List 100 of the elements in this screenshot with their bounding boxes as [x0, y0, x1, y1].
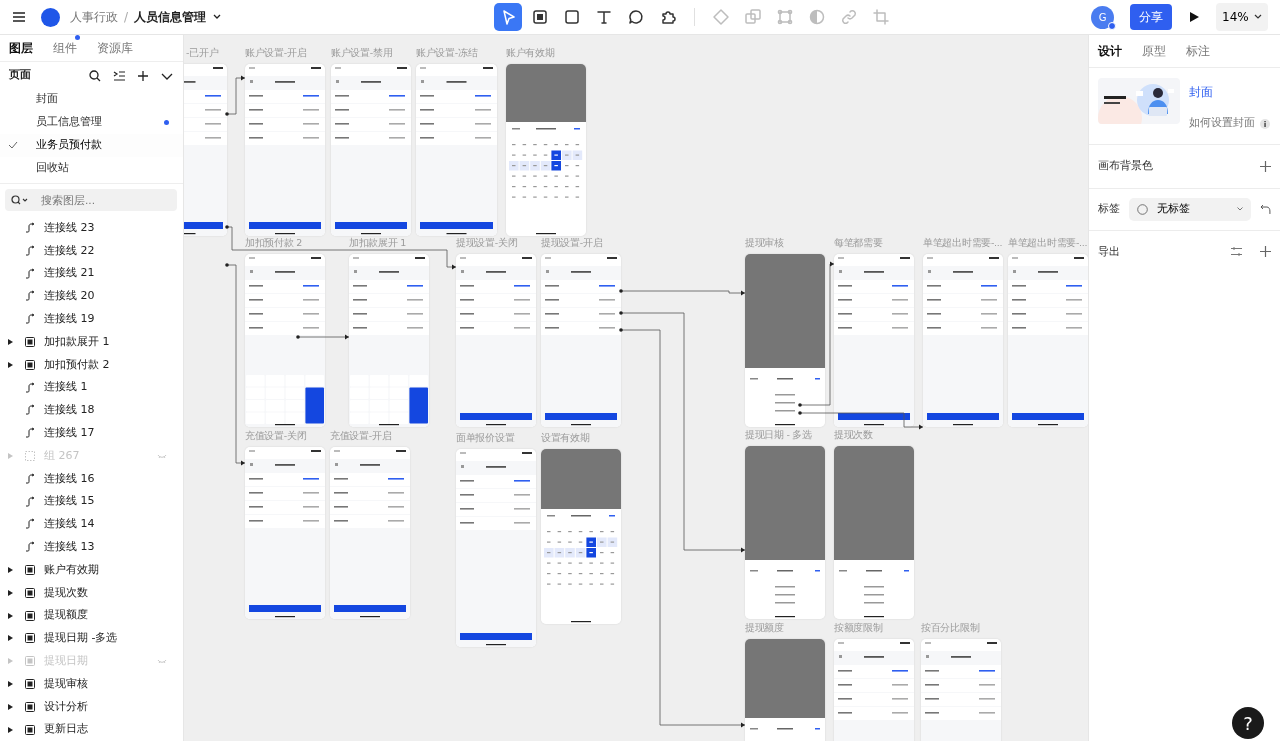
phone-screen-drawing[interactable] — [834, 446, 914, 620]
phone-screen-drawing[interactable] — [349, 254, 429, 428]
panel-tab[interactable]: 设计 — [1098, 42, 1122, 61]
file-name[interactable]: 人员信息管理 — [134, 8, 207, 27]
cover-link[interactable]: 封面 — [1189, 83, 1270, 102]
section-title: 页面 — [9, 67, 31, 84]
user-avatar[interactable]: G — [1091, 5, 1114, 29]
phone-screen-drawing[interactable] — [834, 254, 914, 428]
phone-screen-drawing[interactable] — [245, 64, 325, 237]
collapse-list-icon[interactable] — [113, 69, 125, 82]
zoom-dropdown[interactable]: 14% — [1216, 3, 1268, 32]
panel-tab[interactable]: 图层 — [9, 39, 33, 58]
phone-screen-drawing[interactable] — [245, 254, 325, 428]
frame-title[interactable]: 加扣预付款 2 — [245, 236, 302, 251]
canvas[interactable]: -已开户 账户设置-开启 账户设置-禁用 账户设置-冻结 账户有效期 加扣预付款 2 加扣款展开 1 提现设置-关闭 提现设置-开启 提现审核 每笔都需要 单笔超出时需要-... 单笔超出时需要-... 充值设置-关闭 充值设置-开启 面单报价设置 设置有效期 提现日期 - 多选 提现次数 提现额度 按额度限制 按百分比限制 — [184, 35, 1088, 741]
expand-caret-icon[interactable] — [8, 726, 13, 733]
layer-item[interactable]: 设计分析 — [0, 695, 183, 719]
connector-icon — [24, 541, 36, 554]
connector-icon — [24, 381, 36, 394]
layer-item[interactable]: 更新日志 — [0, 718, 183, 741]
layer-item[interactable]: 提现次数 — [0, 581, 183, 605]
layer-item[interactable]: 连接线 23 — [0, 216, 183, 240]
layer-item[interactable]: 连接线 1 — [0, 376, 183, 400]
layer-item[interactable]: 提现审核 — [0, 672, 183, 696]
connector-icon — [24, 290, 36, 303]
phone-screen-drawing[interactable] — [456, 254, 536, 428]
frame-icon — [24, 700, 36, 713]
connector-line[interactable] — [296, 334, 350, 340]
expand-caret-icon[interactable] — [8, 361, 13, 368]
phone-screen-drawing[interactable] — [416, 64, 497, 237]
undo-icon[interactable] — [1260, 203, 1271, 215]
panel-tab[interactable]: 组件 — [53, 39, 77, 58]
frame-icon — [24, 655, 36, 668]
layer-item[interactable]: 连接线 18 — [0, 399, 183, 422]
add-icon[interactable] — [1260, 160, 1271, 172]
connector-line[interactable] — [225, 225, 457, 270]
help-link[interactable]: 如何设置封面 — [1189, 115, 1255, 132]
layer-item[interactable]: 加扣预付款 2 — [0, 353, 183, 377]
layer-item[interactable]: 连接线 14 — [0, 513, 183, 536]
phone-screen-drawing[interactable] — [541, 449, 621, 625]
panel-tab[interactable]: 标注 — [1186, 42, 1210, 61]
menu-icon[interactable] — [12, 11, 26, 24]
layer-item[interactable]: 提现日期 -多选 — [0, 627, 183, 650]
expand-caret-icon[interactable] — [8, 567, 13, 573]
layer-search-field[interactable]: 搜索图层... — [5, 188, 177, 211]
section-label: 标签 — [1098, 201, 1120, 218]
phone-screen-drawing[interactable] — [745, 446, 825, 620]
layer-item[interactable]: 连接线 16 — [0, 467, 183, 491]
add-icon[interactable] — [1260, 246, 1271, 258]
expand-caret-icon[interactable] — [8, 612, 13, 619]
frame-icon — [24, 358, 36, 371]
sliders-icon[interactable] — [1231, 246, 1242, 258]
project-link[interactable]: 人事行政 — [70, 8, 118, 27]
page-item[interactable]: 封面 — [0, 87, 183, 111]
add-icon[interactable] — [137, 69, 149, 82]
panel-tab[interactable]: 资源库 — [97, 39, 133, 58]
section-label: 画布背景色 — [1098, 158, 1153, 175]
page-item[interactable]: 回收站 — [0, 156, 183, 180]
tag-dropdown[interactable]: 无标签 — [1129, 197, 1252, 221]
layer-item[interactable]: 连接线 19 — [0, 307, 183, 331]
phone-screen-drawing[interactable] — [331, 64, 411, 237]
layer-item[interactable]: 连接线 15 — [0, 490, 183, 514]
frame-title[interactable]: 加扣款展开 1 — [349, 236, 406, 251]
layer-item[interactable]: 连接线 22 — [0, 239, 183, 263]
expand-caret-icon[interactable] — [8, 635, 13, 642]
phone-screen-drawing[interactable] — [923, 254, 1003, 428]
layer-item[interactable]: 连接线 17 — [0, 421, 183, 445]
expand-caret-icon[interactable] — [8, 703, 13, 710]
expand-caret-icon[interactable] — [8, 589, 13, 596]
layer-item[interactable]: 账户有效期 — [0, 558, 183, 582]
page-item[interactable]: 员工信息管理 — [0, 110, 183, 134]
connector-line[interactable] — [798, 411, 924, 430]
chevron-down-icon[interactable] — [1254, 14, 1262, 21]
expand-caret-icon[interactable] — [8, 339, 13, 346]
layer-item[interactable]: 加扣款展开 1 — [0, 330, 183, 354]
frame-icon — [24, 586, 36, 599]
expand-caret-icon[interactable] — [8, 681, 13, 687]
layer-item[interactable]: 提现额度 — [0, 604, 183, 627]
share-button[interactable]: 分享 — [1130, 4, 1172, 31]
phone-screen-drawing[interactable] — [1008, 254, 1088, 428]
info-icon[interactable] — [1260, 118, 1270, 129]
layer-item[interactable]: 连接线 21 — [0, 262, 183, 286]
select-cursor-icon[interactable] — [494, 3, 523, 32]
phone-screen-drawing[interactable] — [456, 449, 536, 648]
phone-screen-drawing[interactable] — [745, 639, 825, 741]
layer-item[interactable]: 连接线 13 — [0, 535, 183, 559]
phone-screen-drawing[interactable] — [330, 447, 410, 620]
connector-icon — [24, 222, 36, 235]
phone-screen-drawing[interactable] — [541, 254, 621, 428]
search-icon[interactable] — [89, 69, 101, 82]
search-icon[interactable] — [11, 194, 29, 205]
phone-screen-drawing[interactable] — [506, 64, 586, 237]
play-icon[interactable] — [1188, 11, 1200, 24]
layer-item[interactable]: 连接线 20 — [0, 285, 183, 308]
frame-icon — [24, 564, 36, 576]
breadcrumb-separator: / — [124, 9, 129, 27]
phone-screen-drawing[interactable] — [245, 447, 325, 620]
connector-icon — [24, 404, 36, 417]
phone-screen-drawing[interactable] — [745, 254, 825, 428]
panel-tab[interactable]: 原型 — [1142, 42, 1166, 61]
